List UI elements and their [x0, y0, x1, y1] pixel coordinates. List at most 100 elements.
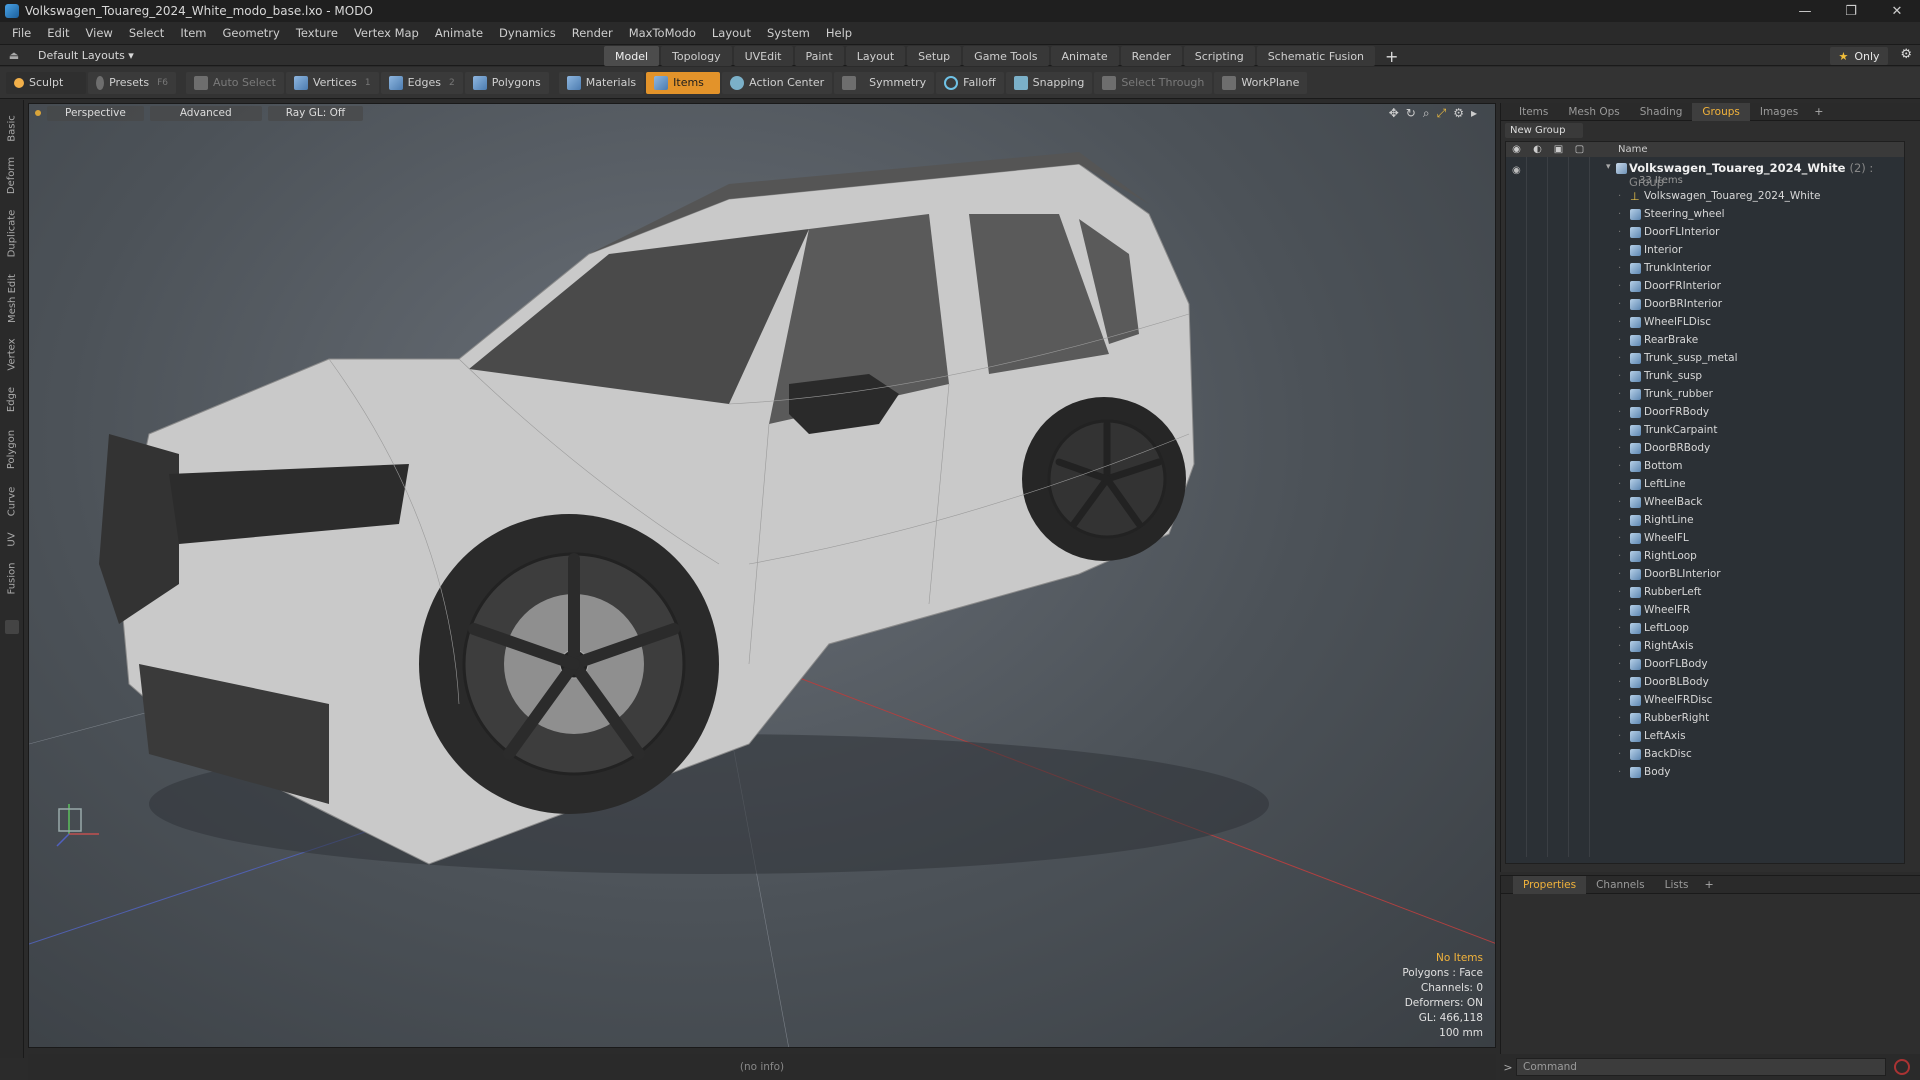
vtab-polygon[interactable]: Polygon [3, 422, 21, 476]
stop-icon[interactable] [1894, 1059, 1910, 1075]
list-item[interactable]: · RightLine [1506, 511, 1906, 529]
visibility-column-icon[interactable]: ◉ [1506, 144, 1527, 155]
list-item[interactable]: · TrunkCarpaint [1506, 421, 1906, 439]
list-item[interactable]: · DoorFLBody [1506, 655, 1906, 673]
action-center-button[interactable]: Action Center [722, 71, 833, 94]
add-properties-tab-button[interactable]: + [1698, 878, 1719, 891]
list-item[interactable]: · WheelFL [1506, 529, 1906, 547]
menu-texture[interactable]: Texture [288, 26, 346, 40]
edges-button[interactable]: Edges 2 [380, 71, 463, 94]
tab-properties[interactable]: Properties [1513, 875, 1587, 894]
vtab-fusion[interactable]: Fusion [3, 556, 21, 600]
materials-button[interactable]: Materials [558, 71, 645, 94]
snapping-button[interactable]: Snapping [1005, 71, 1093, 94]
close-button[interactable]: ✕ [1874, 0, 1920, 22]
restore-button[interactable]: ❐ [1828, 0, 1874, 22]
vtab-mesh-edit[interactable]: Mesh Edit [3, 268, 21, 328]
tab-mesh-ops[interactable]: Mesh Ops [1558, 103, 1629, 121]
list-item[interactable]: · DoorBRBody [1506, 439, 1906, 457]
new-group-button[interactable]: New Group [1505, 123, 1583, 138]
select-through-button[interactable]: Select Through [1094, 71, 1213, 94]
menu-help[interactable]: Help [818, 26, 860, 40]
lock-column-icon[interactable]: ▣ [1548, 144, 1569, 155]
list-item[interactable]: · RightAxis [1506, 637, 1906, 655]
tab-animate[interactable]: Animate [1050, 46, 1119, 66]
list-item[interactable]: · RubberLeft [1506, 583, 1906, 601]
list-item[interactable]: · DoorFLInterior [1506, 223, 1906, 241]
tab-layout[interactable]: Layout [845, 46, 906, 66]
tab-setup[interactable]: Setup [907, 46, 962, 66]
list-item[interactable]: · RubberRight [1506, 709, 1906, 727]
tab-model[interactable]: Model [604, 46, 660, 66]
menu-vertex-map[interactable]: Vertex Map [346, 26, 427, 40]
list-item[interactable]: · WheelFR [1506, 601, 1906, 619]
list-item[interactable]: · DoorFRInterior [1506, 277, 1906, 295]
tab-game-tools[interactable]: Game Tools [963, 46, 1049, 66]
tab-render[interactable]: Render [1120, 46, 1182, 66]
group-list[interactable]: ◉ ◐ ▣ ▢ Name ◉ ▾ Volkswagen_Touareg_2024… [1505, 141, 1905, 864]
tab-schematic-fusion[interactable]: Schematic Fusion [1256, 46, 1376, 66]
3d-viewport[interactable]: Perspective Advanced Ray GL: Off ✥ ↻ ⌕ ⤢… [28, 103, 1496, 1048]
list-item[interactable]: · DoorBLBody [1506, 673, 1906, 691]
vtab-edge[interactable]: Edge [3, 380, 21, 418]
render-column-icon[interactable]: ◐ [1527, 144, 1548, 155]
palette-toggle-icon[interactable] [5, 620, 19, 634]
menu-edit[interactable]: Edit [39, 26, 77, 40]
list-item[interactable]: · LeftLoop [1506, 619, 1906, 637]
list-item[interactable]: · Body [1506, 763, 1906, 781]
presets-button[interactable]: Presets F6 [88, 71, 176, 94]
auto-select-button[interactable]: Auto Select [186, 71, 284, 94]
list-item[interactable]: · BackDisc [1506, 745, 1906, 763]
menu-render[interactable]: Render [564, 26, 621, 40]
vtab-curve[interactable]: Curve [3, 480, 21, 522]
list-item[interactable]: · WheelFRDisc [1506, 691, 1906, 709]
menu-animate[interactable]: Animate [427, 26, 491, 40]
list-item[interactable]: · DoorBLInterior [1506, 565, 1906, 583]
list-item[interactable]: · RightLoop [1506, 547, 1906, 565]
list-item[interactable]: · LeftLine [1506, 475, 1906, 493]
list-item[interactable]: · Bottom [1506, 457, 1906, 475]
menu-file[interactable]: File [4, 26, 39, 40]
layout-home-icon[interactable]: ⏏ [0, 49, 28, 62]
vtab-deform[interactable]: Deform [3, 152, 21, 198]
workplane-button[interactable]: WorkPlane [1214, 71, 1308, 94]
list-item[interactable]: · RearBrake [1506, 331, 1906, 349]
only-toggle[interactable]: ★ Only [1830, 47, 1888, 65]
vtab-basic[interactable]: Basic [3, 108, 21, 148]
vtab-uv[interactable]: UV [3, 526, 21, 552]
minimize-button[interactable]: — [1782, 0, 1828, 22]
list-item[interactable]: · ⊥ Volkswagen_Touareg_2024_White [1506, 187, 1906, 205]
list-item[interactable]: · Interior [1506, 241, 1906, 259]
list-item[interactable]: · Steering_wheel [1506, 205, 1906, 223]
menu-geometry[interactable]: Geometry [215, 26, 288, 40]
list-item[interactable]: · WheelBack [1506, 493, 1906, 511]
add-tab-button[interactable]: + [1377, 47, 1406, 66]
menu-system[interactable]: System [759, 26, 818, 40]
tab-items[interactable]: Items [1509, 103, 1558, 121]
menu-select[interactable]: Select [121, 26, 172, 40]
symmetry-button[interactable]: Symmetry [834, 71, 935, 94]
tab-groups[interactable]: Groups [1692, 102, 1750, 121]
menu-item[interactable]: Item [172, 26, 214, 40]
list-item[interactable]: · DoorBRInterior [1506, 295, 1906, 313]
group-visibility-icon[interactable]: ◉ [1512, 165, 1521, 176]
list-item[interactable]: · DoorFRBody [1506, 403, 1906, 421]
group-expand-icon[interactable]: ▾ [1606, 162, 1611, 172]
vtab-duplicate[interactable]: Duplicate [3, 202, 21, 264]
sculpt-button[interactable]: Sculpt [6, 71, 86, 94]
menu-dynamics[interactable]: Dynamics [491, 26, 564, 40]
gear-icon[interactable]: ⚙ [1900, 47, 1912, 62]
tab-images[interactable]: Images [1750, 103, 1808, 121]
list-item[interactable]: · Trunk_rubber [1506, 385, 1906, 403]
menu-maxtomodo[interactable]: MaxToModo [621, 26, 704, 40]
add-panel-tab-button[interactable]: + [1808, 105, 1829, 118]
vertices-button[interactable]: Vertices 1 [285, 71, 379, 94]
tab-lists[interactable]: Lists [1655, 876, 1699, 894]
tab-scripting[interactable]: Scripting [1183, 46, 1255, 66]
falloff-button[interactable]: Falloff [936, 71, 1004, 94]
list-item[interactable]: · TrunkInterior [1506, 259, 1906, 277]
tab-channels[interactable]: Channels [1586, 876, 1655, 894]
menu-view[interactable]: View [78, 26, 121, 40]
polygons-button[interactable]: Polygons [464, 71, 549, 94]
command-input[interactable] [1516, 1058, 1886, 1076]
